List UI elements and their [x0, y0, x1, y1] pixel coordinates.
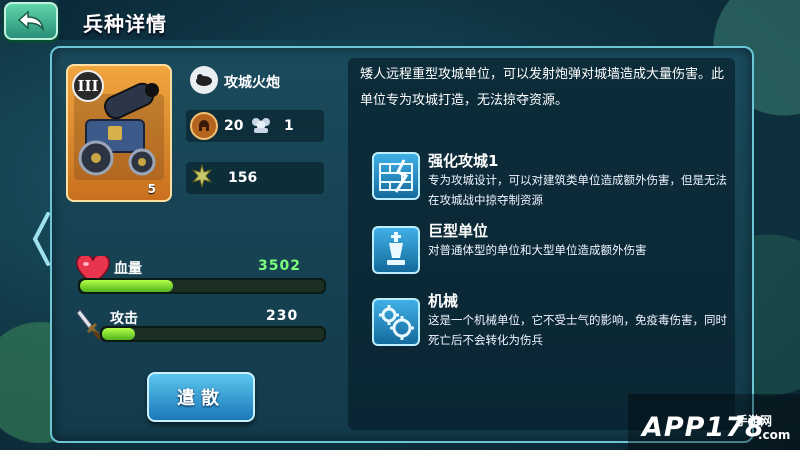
power-value: 156 [228, 170, 258, 186]
attack-value: 230 [266, 308, 299, 324]
ability-name-3: 机械 [428, 292, 459, 310]
unit-description: 矮人远程重型攻城单位，可以发射炮弹对城墙造成大量伤害。此单位专为攻城打造，无法掠… [360, 67, 725, 108]
ability-desc-3: 这是一个机械单位，它不受士气的影响，免疫毒伤害，同时死亡后不会转化为伤兵 [428, 313, 727, 347]
attack-label: 攻击 [110, 311, 138, 327]
previous-arrow-icon[interactable] [32, 212, 50, 266]
cost-value: 20 [224, 118, 244, 134]
watermark-sub: 手游网 [736, 414, 773, 428]
hp-bar-fill [80, 280, 173, 292]
unit-card: III 5 [66, 64, 172, 202]
watermark-com: .com [758, 428, 791, 442]
watermark: APP178 手游网 .com [628, 394, 800, 450]
unit-level: 5 [147, 182, 156, 196]
unit-name: 攻城火炮 [224, 75, 280, 91]
population-value: 1 [284, 118, 294, 134]
power-icon [190, 164, 214, 188]
gears-icon [372, 298, 420, 346]
helmet-icon [190, 112, 218, 140]
ability-name-1: 强化攻城1 [428, 152, 499, 170]
chess-king-icon [372, 226, 420, 274]
ability-desc-1: 专为攻城设计，可以对建筑类单位造成额外伤害，但是无法在攻城战中掠夺制资源 [428, 173, 727, 207]
back-arrow-icon [17, 10, 45, 32]
page-title: 兵种详情 [83, 12, 167, 36]
attack-bar [100, 326, 326, 342]
rank-badge: III [72, 70, 104, 102]
hp-bar [78, 278, 326, 294]
ability-name-2: 巨型单位 [428, 222, 489, 240]
population-icon [250, 116, 272, 138]
attack-bar-fill [102, 328, 136, 340]
hp-label: 血量 [114, 261, 142, 277]
dismiss-button[interactable]: 遣散 [147, 372, 255, 422]
wall-break-icon [372, 152, 420, 200]
hp-value: 3502 [258, 258, 301, 274]
back-button[interactable] [4, 2, 58, 40]
ability-desc-2: 对普通体型的单位和大型单位造成额外伤害 [428, 243, 647, 257]
unit-type-icon [190, 66, 218, 94]
